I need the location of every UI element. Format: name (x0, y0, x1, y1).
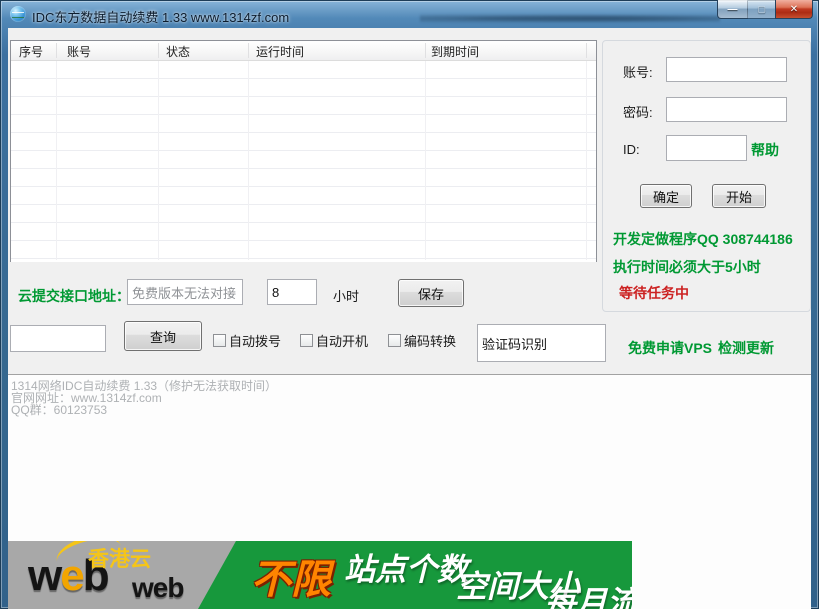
column-divider (425, 43, 426, 58)
account-input[interactable] (666, 57, 787, 82)
close-icon: ✕ (789, 3, 799, 15)
column-header-runtime[interactable]: 运行时间 (256, 43, 304, 60)
status-waiting-text: 等待任务中 (619, 285, 689, 301)
column-divider (248, 43, 249, 58)
column-gridline (586, 61, 587, 260)
column-gridline (425, 61, 426, 260)
app-window: IDC东方数据自动续费 1.33 www.1314zf.com — ▢ ✕ 序号… (0, 0, 819, 609)
hours-input[interactable] (267, 279, 317, 305)
checkbox-auto-boot[interactable]: 自动开机 (300, 331, 368, 350)
column-divider (56, 43, 57, 58)
checkbox-encoding-convert[interactable]: 编码转换 (388, 331, 456, 350)
dev-qq-note: 开发定做程序QQ 308744186 (613, 231, 793, 247)
captcha-input[interactable] (477, 324, 606, 362)
maximize-icon: ▢ (757, 3, 766, 14)
column-gridline (158, 61, 159, 260)
banner-item-traffic: 每月流量 (545, 585, 632, 609)
password-label: 密码: (623, 105, 653, 120)
checkbox-box-icon (388, 334, 401, 347)
column-header-expiry[interactable]: 到期时间 (431, 43, 479, 60)
password-input[interactable] (666, 97, 787, 122)
checkbox-label: 自动开机 (316, 334, 369, 349)
credentials-groupbox: 账号: 密码: ID: 帮助 确定 开始 开发定做程序QQ 308744186 … (602, 40, 811, 312)
table-header: 序号 账号 状态 运行时间 到期时间 (11, 41, 596, 61)
id-label: ID: (623, 142, 640, 157)
checkbox-box-icon (213, 334, 226, 347)
table-body-empty (11, 61, 596, 262)
column-gridline (56, 61, 57, 260)
confirm-button[interactable]: 确定 (640, 184, 692, 208)
webweb-logo-small: web (132, 572, 184, 603)
cloud-api-input[interactable] (127, 279, 243, 305)
minimize-icon: — (727, 3, 738, 15)
help-link[interactable]: 帮助 (751, 140, 779, 160)
banner-highlight-text: 不限 (251, 558, 331, 602)
checkbox-box-icon (300, 334, 313, 347)
check-update-link[interactable]: 检测更新 (718, 338, 774, 358)
close-button[interactable]: ✕ (775, 0, 813, 19)
globe-app-icon (10, 6, 26, 22)
log-line: QQ群：60123753 (11, 403, 108, 417)
banner-item-sites: 站点个数 (344, 552, 468, 587)
checkbox-label: 编码转换 (404, 334, 457, 349)
column-header-account[interactable]: 账号 (67, 43, 91, 60)
hongkong-cloud-tag: 香港云 (88, 548, 151, 571)
minimize-button[interactable]: — (717, 0, 748, 19)
column-header-index[interactable]: 序号 (19, 43, 43, 60)
query-input[interactable] (10, 325, 106, 352)
ad-banner[interactable]: web web 香港云 不限 站点个数 空间大小 每月流量 (8, 541, 632, 609)
aero-glass-smudge (420, 13, 720, 24)
checkbox-label: 自动拨号 (229, 334, 282, 349)
title-bar[interactable]: IDC东方数据自动续费 1.33 www.1314zf.com — ▢ ✕ (0, 0, 819, 28)
column-header-status[interactable]: 状态 (166, 43, 190, 60)
column-gridline (248, 61, 249, 260)
column-divider (586, 43, 587, 58)
account-table[interactable]: 序号 账号 状态 运行时间 到期时间 (10, 40, 597, 262)
checkbox-auto-dial[interactable]: 自动拨号 (213, 331, 281, 350)
column-divider (158, 43, 159, 58)
client-area: 序号 账号 状态 运行时间 到期时间 账号: 密码: ID: 帮助 确定 开始 … (8, 28, 811, 609)
query-button[interactable]: 查询 (124, 321, 202, 351)
save-button[interactable]: 保存 (398, 279, 464, 307)
free-vps-link[interactable]: 免费申请VPS (628, 338, 712, 358)
hours-unit-label: 小时 (333, 289, 360, 304)
cloud-api-label: 云提交接口地址： (18, 288, 130, 304)
exec-time-note: 执行时间必须大于5小时 (613, 259, 761, 275)
id-input[interactable] (666, 135, 747, 161)
account-label: 账号: (623, 65, 653, 80)
maximize-button[interactable]: ▢ (747, 0, 776, 19)
start-button[interactable]: 开始 (712, 184, 766, 208)
window-title: IDC东方数据自动续费 1.33 www.1314zf.com (32, 10, 290, 25)
